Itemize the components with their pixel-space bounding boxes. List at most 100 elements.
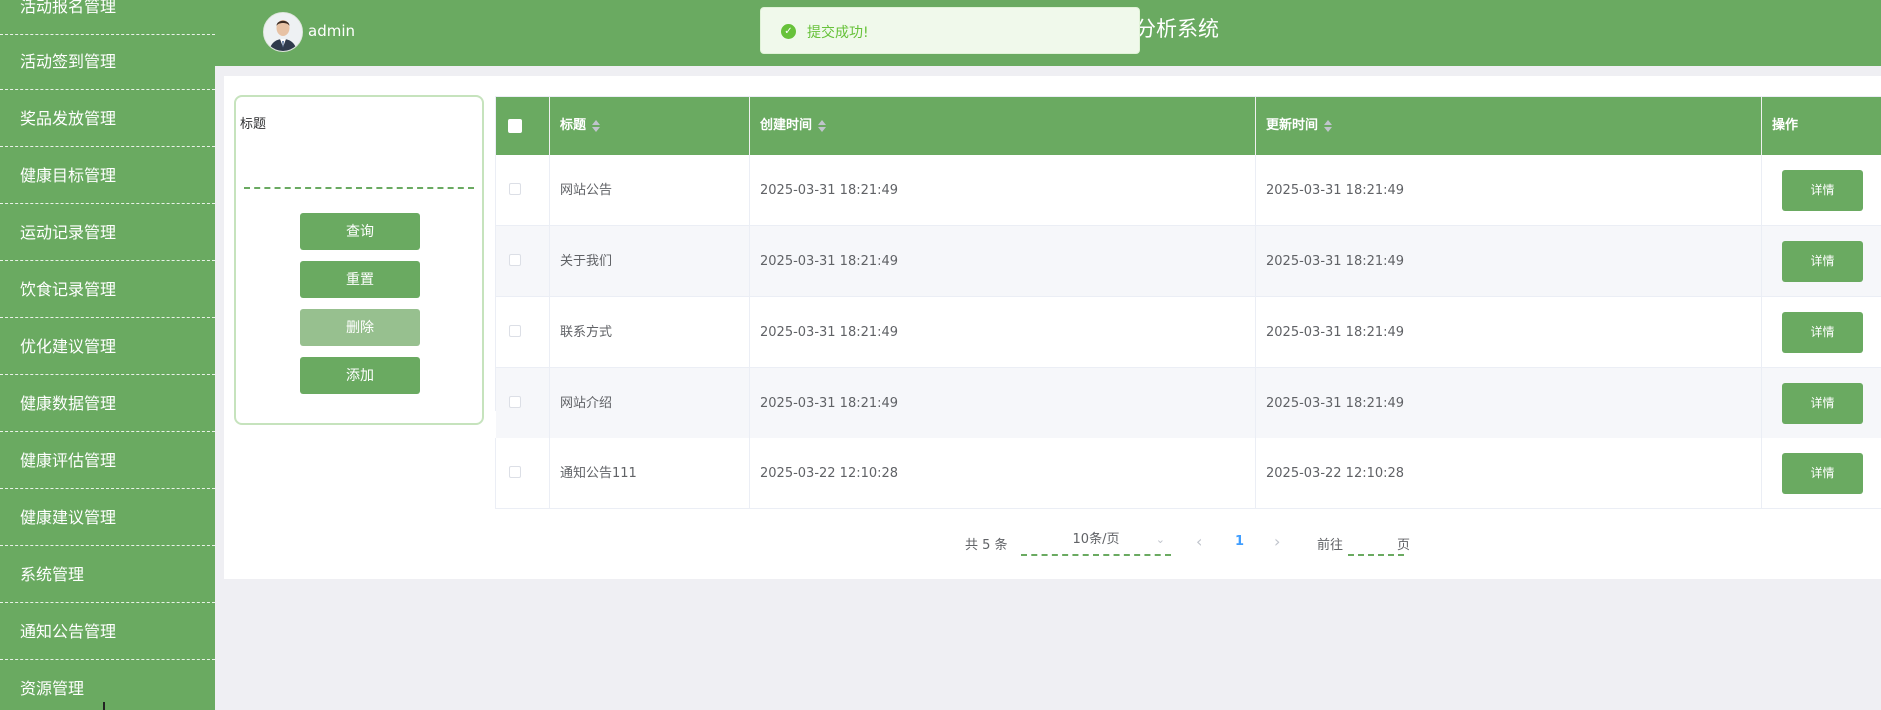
sidebar-item-label: 饮食记录管理 [20, 280, 117, 299]
sidebar-item-label: 运动记录管理 [20, 223, 117, 242]
row-updated: 2025-03-22 12:10:28 [1256, 438, 1762, 509]
row-select-cell [496, 297, 550, 368]
row-actions: 详情 [1762, 368, 1881, 439]
detail-button[interactable]: 详情 [1782, 170, 1863, 211]
table-row: 联系方式 2025-03-31 18:21:49 2025-03-31 18:2… [496, 297, 1881, 368]
column-header-created[interactable]: 创建时间 [750, 97, 1256, 155]
row-select-cell [496, 438, 550, 509]
table-header: 标题 创建时间 更新时间 操作 [496, 97, 1881, 155]
row-created: 2025-03-31 18:21:49 [750, 155, 1256, 226]
check-circle-icon: ✓ [781, 24, 796, 39]
detail-button[interactable]: 详情 [1782, 453, 1863, 494]
detail-button[interactable]: 详情 [1782, 241, 1863, 282]
sidebar-item-health-data[interactable]: 健康数据管理 [0, 376, 215, 432]
user-avatar-icon[interactable] [263, 12, 303, 52]
sidebar-item-label: 健康目标管理 [20, 166, 117, 185]
search-label: 标题 [240, 117, 267, 132]
toast-message: 提交成功! [807, 25, 869, 41]
sidebar-item-label: 系统管理 [20, 565, 85, 584]
success-toast: ✓ 提交成功! [760, 7, 1140, 54]
next-page-button[interactable]: › [1274, 532, 1280, 551]
row-title: 网站公告 [550, 155, 750, 226]
table-row: 关于我们 2025-03-31 18:21:49 2025-03-31 18:2… [496, 226, 1881, 297]
page-jumper-input[interactable] [1348, 526, 1404, 556]
sidebar-item-prize[interactable]: 奖品发放管理 [0, 91, 215, 147]
row-checkbox[interactable] [509, 466, 521, 478]
goto-suffix: 页 [1397, 538, 1411, 553]
prev-page-button[interactable]: ‹ [1196, 532, 1202, 551]
sidebar-item-notice[interactable]: 通知公告管理 [0, 604, 215, 660]
column-created-label: 创建时间 [760, 118, 813, 133]
sidebar-item-label: 健康建议管理 [20, 508, 117, 527]
row-actions: 详情 [1762, 226, 1881, 297]
sort-icon[interactable] [818, 119, 827, 132]
detail-button[interactable]: 详情 [1782, 312, 1863, 353]
select-all-cell [496, 97, 550, 155]
goto-label: 前往 [1317, 538, 1344, 553]
system-title: 分析系统 [1135, 17, 1219, 41]
row-updated: 2025-03-31 18:21:49 [1256, 226, 1762, 297]
sidebar-item-label: 活动报名管理 [20, 0, 117, 16]
row-actions: 详情 [1762, 155, 1881, 226]
sidebar-item-optimization[interactable]: 优化建议管理 [0, 319, 215, 375]
sidebar-item-diet-record[interactable]: 饮食记录管理 [0, 262, 215, 318]
sidebar-item-label: 通知公告管理 [20, 622, 117, 641]
sidebar-item-label: 优化建议管理 [20, 337, 117, 356]
detail-button[interactable]: 详情 [1782, 383, 1863, 424]
sidebar-item-exercise-record[interactable]: 运动记录管理 [0, 205, 215, 261]
row-created: 2025-03-22 12:10:28 [750, 438, 1256, 509]
column-header-actions: 操作 [1762, 97, 1881, 155]
column-title-label: 标题 [560, 118, 587, 133]
sidebar-item-label: 健康数据管理 [20, 394, 117, 413]
row-checkbox[interactable] [509, 396, 521, 408]
row-select-cell [496, 226, 550, 297]
reset-button[interactable]: 重置 [300, 261, 420, 298]
sidebar-item-resource[interactable]: 资源管理 [0, 661, 215, 710]
main-content: 标题 查询 重置 删除 添加 标题 创建时间 更新时间 操作 网站公告 2025… [224, 76, 1881, 579]
page-size-value: 10条/页 [1072, 532, 1120, 547]
query-button[interactable]: 查询 [300, 213, 420, 250]
row-created: 2025-03-31 18:21:49 [750, 226, 1256, 297]
title-search-input[interactable] [244, 163, 474, 189]
data-table: 标题 创建时间 更新时间 操作 网站公告 2025-03-31 18:21:49… [495, 96, 1881, 440]
sort-icon[interactable] [592, 119, 601, 132]
sidebar-item-activity-signup[interactable]: 活动报名管理 [0, 0, 215, 35]
sidebar-item-health-goal[interactable]: 健康目标管理 [0, 148, 215, 204]
row-created: 2025-03-31 18:21:49 [750, 368, 1256, 439]
column-updated-label: 更新时间 [1266, 118, 1319, 133]
row-select-cell [496, 155, 550, 226]
delete-button[interactable]: 删除 [300, 309, 420, 346]
row-checkbox[interactable] [509, 183, 521, 195]
sidebar-item-activity-checkin[interactable]: 活动签到管理 [0, 34, 215, 90]
table-row: 网站公告 2025-03-31 18:21:49 2025-03-31 18:2… [496, 155, 1881, 226]
row-title: 联系方式 [550, 297, 750, 368]
sidebar-item-label: 资源管理 [20, 679, 85, 698]
row-updated: 2025-03-31 18:21:49 [1256, 155, 1762, 226]
row-actions: 详情 [1762, 297, 1881, 368]
add-button[interactable]: 添加 [300, 357, 420, 394]
page-number-current[interactable]: 1 [1235, 534, 1244, 549]
row-actions: 详情 [1762, 438, 1881, 509]
page-size-select[interactable]: 10条/页 ⌄ [1021, 526, 1171, 556]
sort-icon[interactable] [1324, 119, 1333, 132]
row-title: 网站介绍 [550, 368, 750, 439]
row-checkbox[interactable] [509, 325, 521, 337]
column-header-title[interactable]: 标题 [550, 97, 750, 155]
column-actions-label: 操作 [1772, 118, 1799, 133]
table-row: 网站介绍 2025-03-31 18:21:49 2025-03-31 18:2… [496, 368, 1881, 439]
row-checkbox[interactable] [509, 254, 521, 266]
sidebar-item-system[interactable]: 系统管理 [0, 547, 215, 603]
pagination-total: 共 5 条 [965, 538, 1008, 553]
sidebar-item-label: 健康评估管理 [20, 451, 117, 470]
row-updated: 2025-03-31 18:21:49 [1256, 368, 1762, 439]
sidebar-item-label: 奖品发放管理 [20, 109, 117, 128]
select-all-checkbox[interactable] [508, 119, 522, 133]
row-title: 通知公告111 [550, 438, 750, 509]
sidebar-item-health-assessment[interactable]: 健康评估管理 [0, 433, 215, 489]
row-created: 2025-03-31 18:21:49 [750, 297, 1256, 368]
row-updated: 2025-03-31 18:21:49 [1256, 297, 1762, 368]
sidebar-item-health-advice[interactable]: 健康建议管理 [0, 490, 215, 546]
row-select-cell [496, 368, 550, 439]
table-row: 通知公告111 2025-03-22 12:10:28 2025-03-22 1… [495, 438, 1881, 509]
column-header-updated[interactable]: 更新时间 [1256, 97, 1762, 155]
